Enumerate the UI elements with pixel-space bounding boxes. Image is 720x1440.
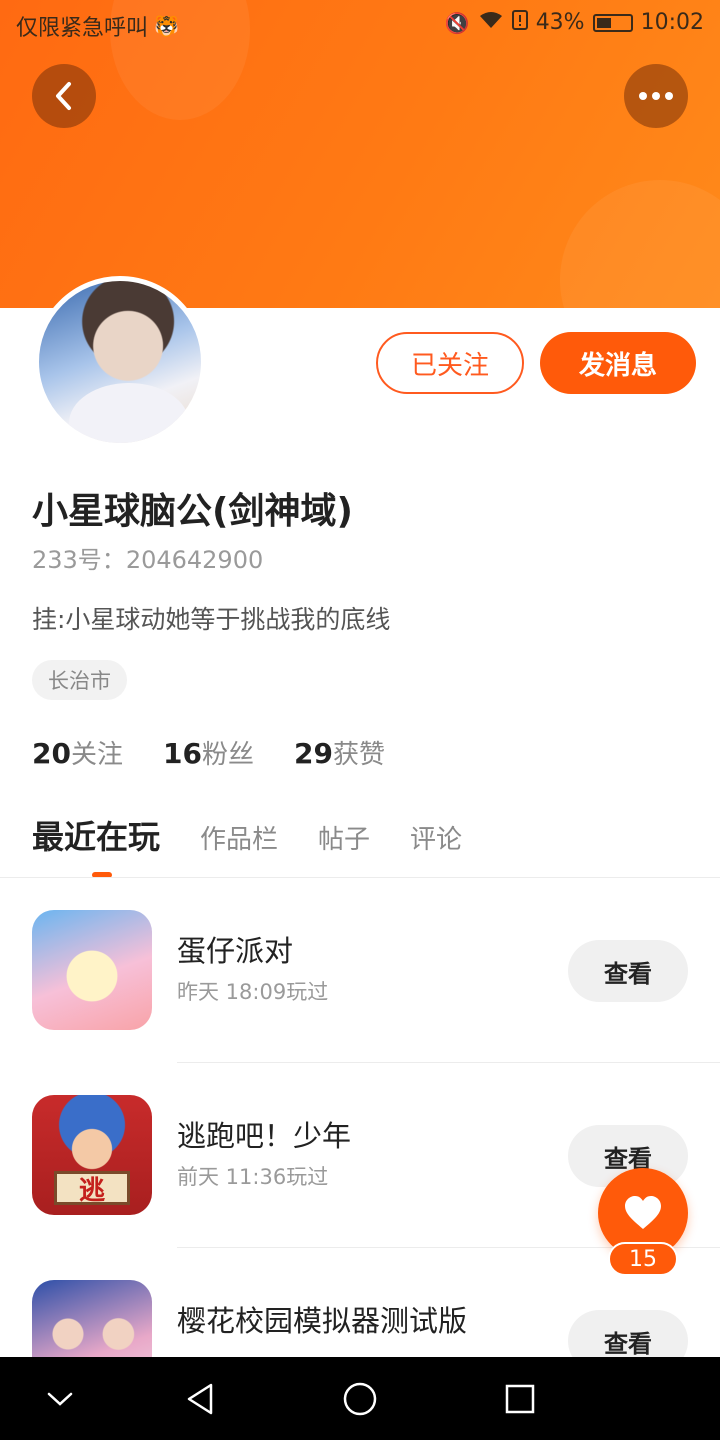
profile-stats: 20关注 16粉丝 29获赞 (32, 734, 385, 771)
game-icon-eggy-party[interactable] (32, 910, 152, 1030)
status-time: 10:02 (640, 10, 704, 35)
more-button[interactable] (624, 64, 688, 128)
status-bar: 仅限紧急呼叫 🐯 🔇 43% 10:02 (0, 0, 720, 48)
likes-label: 获赞 (332, 740, 385, 770)
profile-bio: 挂:小星球动她等于挑战我的底线 (32, 605, 391, 634)
profile-tabs: 最近在玩 作品栏 帖子 评论 (32, 812, 462, 858)
battery-icon (592, 13, 633, 32)
header-decoration (560, 180, 720, 308)
like-count-badge: 15 (608, 1242, 678, 1276)
status-left: 仅限紧急呼叫 🐯 (16, 10, 179, 42)
avatar[interactable] (34, 276, 206, 448)
tab-comments[interactable]: 评论 (410, 819, 462, 856)
tab-recently-played[interactable]: 最近在玩 (32, 812, 160, 858)
game-title: 樱花校园模拟器测试版 (177, 1304, 468, 1338)
uid-label: 233号： (32, 546, 126, 574)
heart-icon (625, 1196, 661, 1229)
back-button[interactable] (32, 64, 96, 128)
icon-sign-text: 逃 (54, 1171, 130, 1206)
game-title: 蛋仔派对 (177, 934, 294, 968)
game-last-played: 昨天 18:09玩过 (177, 980, 329, 1004)
view-game-button[interactable]: 查看 (568, 940, 688, 1002)
game-icon-run-boy[interactable]: 逃 (32, 1095, 152, 1215)
stat-fans[interactable]: 16粉丝 (163, 734, 254, 771)
battery-percent: 43% (535, 10, 585, 35)
tab-posts[interactable]: 帖子 (318, 819, 370, 856)
likes-count: 29 (293, 737, 333, 770)
stat-following[interactable]: 20关注 (32, 734, 123, 771)
home-circle-icon[interactable] (340, 1379, 380, 1419)
system-nav-bar (0, 1357, 720, 1440)
following-label: 关注 (70, 740, 123, 770)
recents-square-icon[interactable] (500, 1379, 540, 1419)
stat-likes[interactable]: 29获赞 (294, 734, 385, 771)
followed-button[interactable]: 已关注 (376, 332, 524, 394)
fans-count: 16 (162, 737, 202, 770)
city-tag: 长治市 (32, 660, 127, 700)
game-last-played: 前天 11:36玩过 (177, 1165, 329, 1189)
following-count: 20 (32, 737, 71, 770)
sim-alert-icon (511, 10, 528, 35)
list-item[interactable]: 蛋仔派对 昨天 18:09玩过 查看 (0, 878, 720, 1063)
mute-icon: 🔇 (444, 10, 470, 35)
wifi-icon (478, 10, 504, 35)
avatar-figure (69, 383, 189, 443)
profile-uid: 233号：204642900 (32, 540, 263, 575)
emoji-icon: 🐯 (154, 14, 179, 38)
carrier-text: 仅限紧急呼叫 (16, 16, 149, 41)
tab-works[interactable]: 作品栏 (200, 819, 278, 856)
more-dots-icon (639, 92, 673, 100)
back-triangle-icon[interactable] (180, 1379, 220, 1419)
game-title: 逃跑吧！少年 (177, 1119, 352, 1153)
profile-name: 小星球脑公(剑神域) (32, 491, 353, 532)
chevron-left-icon (56, 82, 71, 110)
send-message-button[interactable]: 发消息 (540, 332, 696, 394)
status-right: 🔇 43% 10:02 (445, 10, 704, 35)
uid-value: 204642900 (125, 546, 264, 574)
chevron-down-icon[interactable] (40, 1379, 80, 1419)
fans-label: 粉丝 (201, 740, 254, 770)
